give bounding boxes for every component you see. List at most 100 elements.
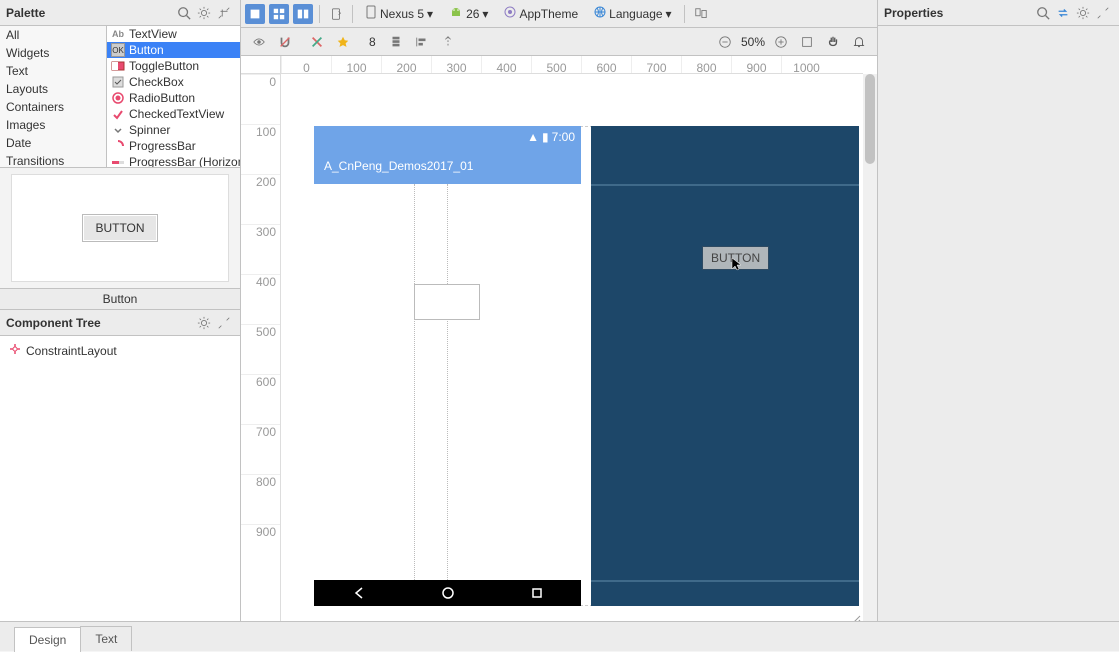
palette-item-label: Spinner <box>129 123 170 137</box>
scrollbar-thumb[interactable] <box>865 74 875 164</box>
app-title: A_CnPeng_Demos2017_01 <box>324 159 473 173</box>
palette-preview: BUTTON <box>0 168 240 288</box>
zoom-in-icon[interactable] <box>771 32 791 52</box>
gear-icon[interactable] <box>194 313 214 333</box>
pack-icon[interactable] <box>386 32 406 52</box>
recents-icon <box>530 586 544 600</box>
separator <box>319 5 320 23</box>
collapse-icon[interactable] <box>1093 3 1113 23</box>
device-selector[interactable]: Nexus 5 ▾ <box>359 2 439 25</box>
blueprint-canvas[interactable]: BUTTON <box>591 126 859 606</box>
cursor-icon <box>731 257 743 269</box>
palette-item-spinner[interactable]: Spinner <box>107 122 240 138</box>
component-tree-header: Component Tree <box>0 310 240 336</box>
design-view-icon[interactable] <box>245 4 265 24</box>
zoom-out-icon[interactable] <box>715 32 735 52</box>
palette-item-label: Button <box>129 43 164 57</box>
palette-cat[interactable]: All <box>0 26 106 44</box>
magnet-icon[interactable] <box>275 32 295 52</box>
swap-icon[interactable] <box>1053 3 1073 23</box>
status-bar: ▲ ▮ 7:00 <box>314 126 581 148</box>
theme-icon <box>504 6 516 21</box>
variants-icon[interactable] <box>691 4 711 24</box>
left-panel: Palette All Widgets Text Layouts <box>0 0 241 621</box>
battery-icon: ▮ <box>542 130 549 144</box>
palette-cat[interactable]: Date <box>0 134 106 152</box>
both-view-icon[interactable] <box>293 4 313 24</box>
constraintlayout-icon <box>8 342 22 359</box>
api-selector[interactable]: 26 ▾ <box>443 3 494 24</box>
tab-text[interactable]: Text <box>80 626 132 651</box>
palette-cat[interactable]: Layouts <box>0 80 106 98</box>
palette-cat[interactable]: Text <box>0 62 106 80</box>
guide-left <box>414 184 415 580</box>
design-surface[interactable]: 01002003004005006007008009001000 0100200… <box>241 56 877 621</box>
palette-cat[interactable]: Widgets <box>0 44 106 62</box>
gear-icon[interactable] <box>1073 3 1093 23</box>
locale-selector[interactable]: Language ▾ <box>588 3 677 24</box>
tab-design[interactable]: Design <box>14 627 81 652</box>
palette-item-label: CheckedTextView <box>129 107 224 121</box>
palette-cat[interactable]: Transitions <box>0 152 106 167</box>
zoom-fit-icon[interactable] <box>797 32 817 52</box>
design-body[interactable] <box>314 184 581 580</box>
wifi-icon: ▲ <box>527 130 539 144</box>
align-icon[interactable] <box>412 32 432 52</box>
theme-selector[interactable]: AppTheme <box>498 3 584 24</box>
orientation-icon[interactable] <box>326 4 346 24</box>
pan-icon[interactable] <box>823 32 843 52</box>
preview-button[interactable]: BUTTON <box>82 214 157 242</box>
guideline-icon[interactable] <box>438 32 458 52</box>
separator <box>684 5 685 23</box>
blueprint-view-icon[interactable] <box>269 4 289 24</box>
expand-icon[interactable] <box>214 3 234 23</box>
palette-item-label: TextView <box>129 27 177 41</box>
palette-cat[interactable]: Containers <box>0 98 106 116</box>
bell-icon[interactable] <box>849 32 869 52</box>
palette-body: All Widgets Text Layouts Containers Imag… <box>0 26 240 168</box>
palette-cat[interactable]: Images <box>0 116 106 134</box>
placeholder-widget[interactable] <box>414 284 480 320</box>
api-label: 26 <box>466 7 479 21</box>
togglebutton-icon <box>111 59 125 73</box>
palette-item-textview[interactable]: Ab TextView <box>107 26 240 42</box>
separator <box>352 5 353 23</box>
gear-icon[interactable] <box>194 3 214 23</box>
component-tree-item[interactable]: ConstraintLayout <box>8 340 232 361</box>
center-panel: Nexus 5 ▾ 26 ▾ AppTheme Language ▾ <box>241 0 877 621</box>
palette-title: Palette <box>6 6 174 20</box>
design-toolbar: Nexus 5 ▾ 26 ▾ AppTheme Language ▾ <box>241 0 877 28</box>
properties-title: Properties <box>884 6 1033 20</box>
viewport: ▲ ▮ 7:00 A_CnPeng_Demos2017_01 <box>281 74 863 621</box>
android-icon <box>449 6 463 21</box>
resize-grip[interactable] <box>849 614 861 621</box>
properties-panel: Properties <box>877 0 1119 621</box>
eye-icon[interactable] <box>249 32 269 52</box>
palette-item-checkbox[interactable]: CheckBox <box>107 74 240 90</box>
chevron-down-icon: ▾ <box>482 7 488 21</box>
search-icon[interactable] <box>174 3 194 23</box>
app-bar: A_CnPeng_Demos2017_01 <box>314 148 581 184</box>
clear-constraints-icon[interactable] <box>307 32 327 52</box>
palette-item-progressbar-horizontal[interactable]: ProgressBar (Horizontal) <box>107 154 240 167</box>
vertical-scrollbar[interactable] <box>863 74 877 621</box>
guide-center <box>447 184 448 580</box>
palette-item-progressbar[interactable]: ProgressBar <box>107 138 240 154</box>
properties-header: Properties <box>878 0 1119 26</box>
palette-header: Palette <box>0 0 240 26</box>
palette-item-togglebutton[interactable]: ToggleButton <box>107 58 240 74</box>
infer-constraints-icon[interactable] <box>333 32 353 52</box>
properties-body <box>878 26 1119 34</box>
spinner-icon <box>111 123 125 137</box>
ruler-corner <box>241 56 281 74</box>
expand-icon[interactable] <box>214 313 234 333</box>
device-label: Nexus 5 <box>380 7 424 21</box>
palette-item-checkedtextview[interactable]: CheckedTextView <box>107 106 240 122</box>
checkbox-icon <box>111 75 125 89</box>
component-tree-title: Component Tree <box>6 316 194 330</box>
design-canvas[interactable]: ▲ ▮ 7:00 A_CnPeng_Demos2017_01 <box>314 126 581 606</box>
default-margin[interactable]: 8 <box>365 35 380 49</box>
search-icon[interactable] <box>1033 3 1053 23</box>
palette-item-button[interactable]: OK Button <box>107 42 240 58</box>
palette-item-radiobutton[interactable]: RadioButton <box>107 90 240 106</box>
